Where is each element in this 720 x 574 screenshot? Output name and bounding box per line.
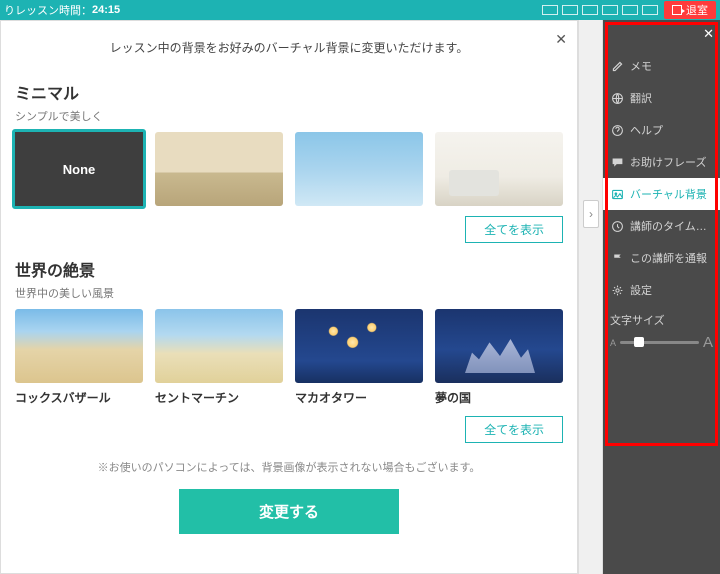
sidebar-item-settings[interactable]: 設定 bbox=[603, 274, 720, 306]
window-layout-icons[interactable] bbox=[542, 5, 658, 15]
large-a-icon: A bbox=[703, 334, 713, 351]
sidebar-item-help[interactable]: ヘルプ bbox=[603, 114, 720, 146]
bg-caption: マカオタワー bbox=[295, 389, 423, 406]
scroll-strip: › bbox=[578, 20, 603, 574]
bg-caption: コックスバザール bbox=[15, 389, 143, 406]
small-a-icon: A bbox=[610, 338, 616, 348]
apply-button[interactable]: 変更する bbox=[179, 489, 399, 534]
bg-option[interactable]: セントマーチン bbox=[155, 309, 283, 406]
category-subtitle: 世界中の美しい風景 bbox=[15, 285, 563, 301]
show-all-button[interactable]: 全てを表示 bbox=[465, 216, 563, 243]
sidebar-item-virtual-bg[interactable]: バーチャル背景 bbox=[603, 178, 720, 210]
globe-icon bbox=[610, 91, 624, 105]
bg-option-classroom[interactable] bbox=[155, 132, 283, 206]
sidebar-item-label: お助けフレーズ bbox=[630, 154, 706, 170]
clock-icon bbox=[610, 219, 624, 233]
font-size-label: 文字サイズ bbox=[610, 312, 713, 328]
sidebar-item-label: メモ bbox=[630, 58, 652, 74]
none-label: None bbox=[15, 132, 143, 206]
bg-option[interactable]: マカオタワー bbox=[295, 309, 423, 406]
category-world: 世界の絶景 世界中の美しい風景 コックスバザール セントマーチン マカオタワー bbox=[1, 257, 577, 406]
layout-icon[interactable] bbox=[622, 5, 638, 15]
close-icon[interactable]: ✕ bbox=[555, 31, 567, 48]
help-icon bbox=[610, 123, 624, 137]
font-size-slider[interactable]: A A bbox=[610, 334, 713, 351]
bg-option[interactable]: コックスバザール bbox=[15, 309, 143, 406]
timer-value: 24:15 bbox=[92, 4, 120, 16]
virtual-background-modal: ✕ レッスン中の背景をお好みのバーチャル背景に変更いただけます。 ミニマル シン… bbox=[0, 20, 578, 574]
font-size-section: 文字サイズ A A bbox=[603, 306, 720, 357]
bg-caption: セントマーチン bbox=[155, 389, 283, 406]
category-minimal: ミニマル シンプルで美しく None bbox=[1, 80, 577, 206]
layout-icon[interactable] bbox=[542, 5, 558, 15]
side-panel: ✕ メモ 翻訳 ヘルプ お助けフレーズ バーチャル背景 bbox=[603, 20, 720, 574]
category-title: 世界の絶景 bbox=[15, 257, 563, 281]
gear-icon bbox=[610, 283, 624, 297]
edit-icon bbox=[610, 59, 624, 73]
bg-option[interactable]: 夢の国 bbox=[435, 309, 563, 406]
sidebar-item-phrases[interactable]: お助けフレーズ bbox=[603, 146, 720, 178]
flag-icon bbox=[610, 251, 624, 265]
bg-option-sky[interactable] bbox=[295, 132, 423, 206]
slider-knob[interactable] bbox=[634, 337, 644, 347]
sidebar-item-memo[interactable]: メモ bbox=[603, 50, 720, 82]
disclaimer: ※お使いのパソコンによっては、背景画像が表示されない場合もございます。 bbox=[1, 459, 577, 475]
layout-icon[interactable] bbox=[582, 5, 598, 15]
exit-label: 退室 bbox=[686, 2, 708, 18]
show-all-button[interactable]: 全てを表示 bbox=[465, 416, 563, 443]
bg-option-none[interactable]: None bbox=[15, 132, 143, 206]
sidebar-item-label: 翻訳 bbox=[630, 90, 652, 106]
sidebar-item-label: 設定 bbox=[630, 282, 652, 298]
timer-label: りレッスン時間： bbox=[4, 2, 92, 18]
bg-caption: 夢の国 bbox=[435, 389, 563, 406]
category-title: ミニマル bbox=[15, 80, 563, 104]
layout-icon[interactable] bbox=[642, 5, 658, 15]
sidebar-item-label: ヘルプ bbox=[630, 122, 663, 138]
sidebar-item-label: 講師のタイムゾーン bbox=[630, 218, 713, 234]
category-subtitle: シンプルで美しく bbox=[15, 108, 563, 124]
layout-icon[interactable] bbox=[562, 5, 578, 15]
bg-option-livingroom[interactable] bbox=[435, 132, 563, 206]
sidebar-item-label: バーチャル背景 bbox=[630, 186, 707, 202]
sidebar-item-timezone[interactable]: 講師のタイムゾーン bbox=[603, 210, 720, 242]
close-icon[interactable]: ✕ bbox=[703, 26, 714, 42]
sidebar-item-label: この講師を通報 bbox=[630, 250, 707, 266]
top-bar: りレッスン時間： 24:15 退室 bbox=[0, 0, 720, 20]
modal-header: レッスン中の背景をお好みのバーチャル背景に変更いただけます。 bbox=[1, 21, 577, 66]
image-icon bbox=[610, 187, 624, 201]
exit-icon bbox=[672, 5, 682, 15]
layout-icon[interactable] bbox=[602, 5, 618, 15]
chevron-right-icon[interactable]: › bbox=[583, 200, 599, 228]
sidepanel-menu: メモ 翻訳 ヘルプ お助けフレーズ バーチャル背景 講師のタイムゾーン bbox=[603, 20, 720, 357]
exit-button[interactable]: 退室 bbox=[664, 1, 716, 19]
sidebar-item-translate[interactable]: 翻訳 bbox=[603, 82, 720, 114]
chat-icon bbox=[610, 155, 624, 169]
sidebar-item-report[interactable]: この講師を通報 bbox=[603, 242, 720, 274]
